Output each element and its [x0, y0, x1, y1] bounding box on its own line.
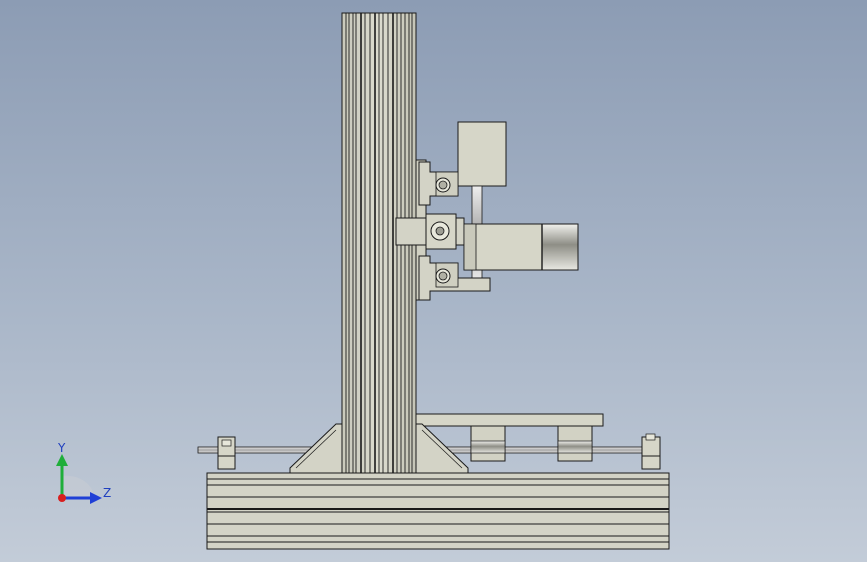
shaft-support-right[interactable]	[641, 433, 661, 470]
upper-bolt-icon	[435, 177, 451, 193]
linear-bearing-block-1[interactable]	[470, 425, 506, 462]
y-axis-arrowhead	[56, 454, 68, 466]
lower-bolt-icon	[435, 268, 451, 284]
pivot-pin-icon	[430, 221, 450, 241]
z-axis-label: Z	[103, 486, 111, 500]
linear-bearing-block-2[interactable]	[557, 425, 593, 462]
z-axis-arrowhead	[90, 492, 102, 504]
motor-block[interactable]	[457, 121, 507, 187]
coordinate-triad-icon: Y Z	[56, 441, 111, 504]
gripper-arm[interactable]	[463, 223, 579, 271]
triad-origin	[58, 494, 66, 502]
pivot-bracket[interactable]	[395, 213, 465, 250]
y-axis-label: Y	[57, 441, 66, 455]
cad-viewport[interactable]	[0, 0, 867, 562]
base-extrusion[interactable]	[206, 472, 670, 550]
slide-table[interactable]	[415, 413, 604, 427]
triad-shadow	[62, 475, 95, 498]
shaft-support-left[interactable]	[217, 436, 236, 470]
